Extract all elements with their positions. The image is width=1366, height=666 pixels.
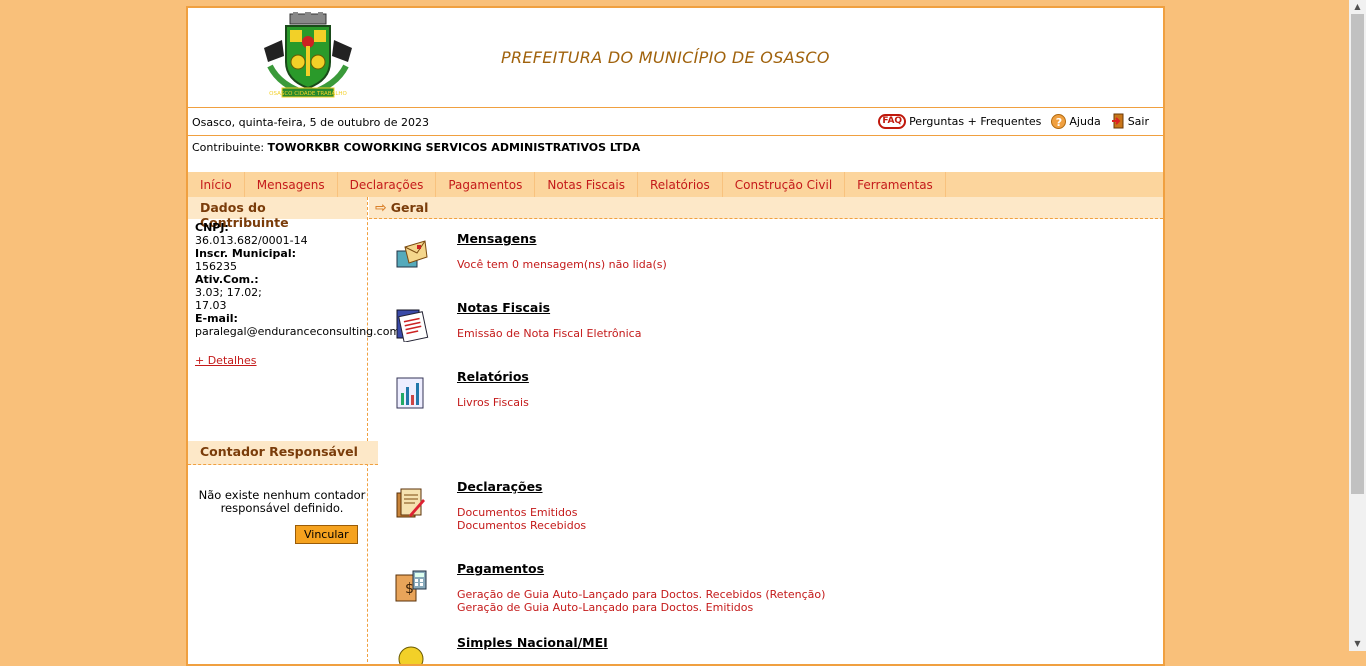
email-value: paralegal@enduranceconsulting.com.br <box>195 325 416 338</box>
contributor-info: CNPJ: 36.013.682/0001-14 Inscr. Municipa… <box>188 219 416 369</box>
menu-item-notas-fiscais[interactable]: Notas Fiscais <box>535 172 638 197</box>
contributor-name: TOWORKBR COWORKING SERVICOS ADMINISTRATI… <box>267 141 641 154</box>
section-link[interactable]: Documentos Recebidos <box>457 519 586 532</box>
contributor-label: Contribuinte: <box>192 141 265 154</box>
report-icon <box>396 377 424 409</box>
link-accountant-button[interactable]: Vincular <box>295 525 358 544</box>
section-title[interactable]: Notas Fiscais <box>457 300 550 315</box>
section-title[interactable]: Relatórios <box>457 369 529 384</box>
contributor-bar: Contribuinte: TOWORKBR COWORKING SERVICO… <box>188 136 1163 172</box>
accountant-title: Contador Responsável <box>188 441 378 465</box>
content-title: Geral <box>390 200 429 215</box>
current-date: Osasco, quinta-feira, 5 de outubro de 20… <box>192 116 430 129</box>
menu-item-inicio[interactable]: Início <box>188 172 245 197</box>
section-title[interactable]: Pagamentos <box>457 561 544 576</box>
accountant-message: Não existe nenhum contador responsável d… <box>198 488 366 515</box>
menu-item-relatorios[interactable]: Relatórios <box>638 172 723 197</box>
main-menu: Início Mensagens Declarações Pagamentos … <box>188 172 1163 197</box>
section-title[interactable]: Simples Nacional/MEI <box>457 635 608 650</box>
content-panel: ⇨ Geral Mensagens Você tem 0 mensagem(ns… <box>369 197 1163 664</box>
date-bar: Osasco, quinta-feira, 5 de outubro de 20… <box>188 108 1163 136</box>
section-link[interactable]: Livros Fiscais <box>457 396 529 409</box>
faq-label: Perguntas + Frequentes <box>909 114 1042 128</box>
simples-icon <box>398 646 424 664</box>
menu-item-pagamentos[interactable]: Pagamentos <box>436 172 536 197</box>
email-label: E-mail: <box>195 312 238 325</box>
section-link[interactable]: Documentos Emitidos <box>457 506 586 519</box>
municipal-registration-label: Inscr. Municipal: <box>195 247 296 260</box>
section-link[interactable]: Você tem 0 mensagem(ns) não lida(s) <box>457 258 667 271</box>
cnpj-value: 36.013.682/0001-14 <box>195 234 308 247</box>
menu-item-mensagens[interactable]: Mensagens <box>245 172 338 197</box>
city-crest-logo: OSASCO CIDADE TRABALHO <box>264 12 352 98</box>
menu-item-declaracoes[interactable]: Declarações <box>338 172 437 197</box>
exit-label: Sair <box>1127 114 1149 128</box>
header-banner: OSASCO CIDADE TRABALHO PREFEITURA DO MUN… <box>188 8 1163 108</box>
section-link[interactable]: Emissão de Nota Fiscal Eletrônica <box>457 327 641 340</box>
help-label: Ajuda <box>1069 114 1101 128</box>
main-area: Dados do Contribuinte CNPJ: 36.013.682/0… <box>188 197 1163 664</box>
section-link[interactable]: Geração de Guia Auto-Lançado para Doctos… <box>457 588 825 601</box>
arrow-right-icon: ⇨ <box>375 199 387 216</box>
section-links: Documentos Emitidos Documentos Recebidos <box>457 506 586 532</box>
exit-door-icon <box>1111 113 1124 129</box>
municipal-registration-value: 156235 <box>195 260 237 273</box>
section-links: Livros Fiscais <box>457 396 529 409</box>
activity-value-line2: 17.03 <box>195 299 227 312</box>
page-scrollbar[interactable]: ▲ ▼ <box>1349 0 1366 651</box>
sidebar-title: Dados do Contribuinte <box>188 197 367 230</box>
section-links: Geração de Guia Auto-Lançado para Doctos… <box>457 588 825 614</box>
invoice-icon <box>396 309 429 342</box>
faq-icon: FAQ <box>878 113 907 129</box>
exit-link[interactable]: Sair <box>1111 113 1149 129</box>
faq-link[interactable]: FAQ Perguntas + Frequentes <box>878 113 1042 129</box>
details-link[interactable]: + Detalhes <box>195 354 257 367</box>
mail-icon <box>396 240 428 268</box>
section-link[interactable]: Geração de Guia Auto-Lançado para Doctos… <box>457 601 825 614</box>
top-links: FAQ Perguntas + Frequentes ? Ajuda Sair <box>878 113 1149 129</box>
section-links: Emissão de Nota Fiscal Eletrônica <box>457 327 641 340</box>
declaration-icon <box>396 488 425 518</box>
help-question-icon: ? <box>1051 113 1067 129</box>
activity-value-line1: 3.03; 17.02; <box>195 286 262 299</box>
activity-label: Ativ.Com.: <box>195 273 259 286</box>
page-title: PREFEITURA DO MUNICÍPIO DE OSASCO <box>501 48 830 67</box>
scroll-thumb[interactable] <box>1351 14 1364 494</box>
contributor-sidebar: Dados do Contribuinte CNPJ: 36.013.682/0… <box>188 197 416 664</box>
menu-item-ferramentas[interactable]: Ferramentas <box>845 172 946 197</box>
page-frame: OSASCO CIDADE TRABALHO PREFEITURA DO MUN… <box>186 6 1165 666</box>
scroll-up-arrow-icon[interactable]: ▲ <box>1349 0 1366 14</box>
content-header: ⇨ Geral <box>369 197 1163 219</box>
section-links: Você tem 0 mensagem(ns) não lida(s) <box>457 258 667 271</box>
menu-item-construcao-civil[interactable]: Construção Civil <box>723 172 846 197</box>
section-title[interactable]: Declarações <box>457 479 543 494</box>
scroll-down-arrow-icon[interactable]: ▼ <box>1349 637 1366 651</box>
help-link[interactable]: ? Ajuda <box>1051 113 1101 129</box>
crest-motto: OSASCO CIDADE TRABALHO <box>269 91 347 97</box>
payment-icon: $ <box>395 570 427 602</box>
section-title[interactable]: Mensagens <box>457 231 536 246</box>
